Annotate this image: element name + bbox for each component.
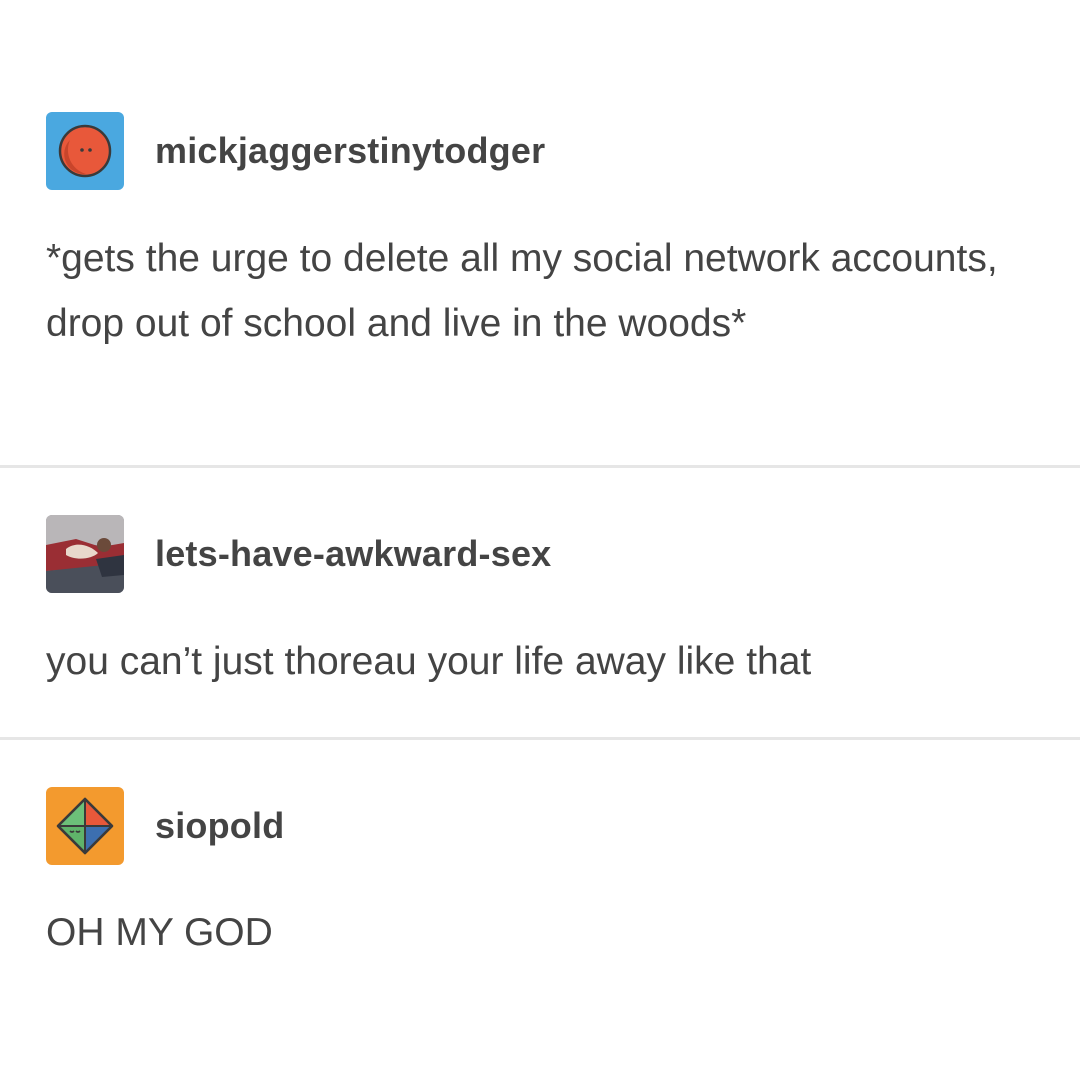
- post-divider: [0, 737, 1080, 740]
- post-text: OH MY GOD: [46, 911, 273, 954]
- post-header: mickjaggerstinytodger: [46, 112, 545, 190]
- username[interactable]: mickjaggerstinytodger: [155, 130, 545, 172]
- red-face-circle-avatar-icon[interactable]: [46, 112, 124, 190]
- username[interactable]: siopold: [155, 805, 284, 847]
- post-text: *gets the urge to delete all my social n…: [46, 237, 998, 345]
- post-divider: [0, 465, 1080, 468]
- post-header: siopold: [46, 787, 284, 865]
- diamond-face-avatar-icon[interactable]: [46, 787, 124, 865]
- photo-avatar-icon[interactable]: [46, 515, 124, 593]
- post-text: you can’t just thoreau your life away li…: [46, 640, 812, 683]
- post-header: lets-have-awkward-sex: [46, 515, 551, 593]
- username[interactable]: lets-have-awkward-sex: [155, 533, 551, 575]
